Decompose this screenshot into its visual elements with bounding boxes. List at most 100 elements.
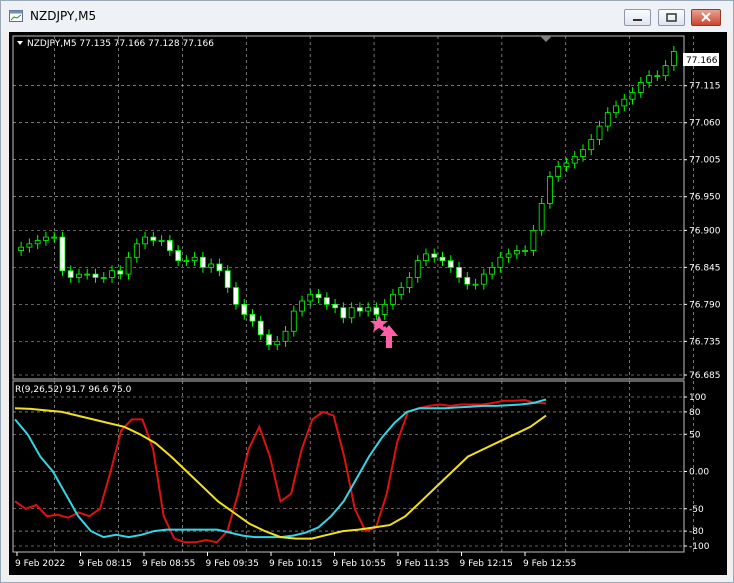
minimize-button[interactable] [624,9,651,26]
candle-body [423,253,429,262]
price-tick-label: 76.735 [689,337,721,347]
candle-body [571,155,578,164]
price-tick-label: 76.950 [689,193,721,203]
restore-icon [666,13,677,22]
candle-body [431,253,438,258]
minimize-icon [633,19,642,21]
candle-body [133,243,140,258]
candle-body [43,236,49,241]
candle-body [233,287,239,305]
price-tick-label: 77.005 [689,156,721,166]
candle-body [183,260,190,263]
candle-body [307,293,314,302]
indicator-tick-label: -100 [689,542,710,552]
candle-body [158,240,165,242]
oscillator-line [14,407,547,540]
candle-body [637,81,644,93]
indicator-header: R(9,26,52) 91.7 96.6 75.0 [15,385,132,395]
time-tick-label: 9 Feb 09:35 [206,559,259,569]
candle-body [621,98,628,107]
chart-area[interactable]: NZDJPY,M5 77.135 77.166 77.128 77.166 R(… [9,32,727,575]
candle-body [166,240,173,251]
maximize-button[interactable] [658,9,685,26]
indicator-scale: 100 80 50 0.00 -50 -80 -100 [684,393,710,552]
chart-shift-icon[interactable] [540,36,552,42]
indicator-tick-label: 0.00 [689,468,709,478]
window-title: NZDJPY,M5 [30,9,97,23]
indicator-tick-label: 80 [689,408,701,418]
price-tick-label: 76.900 [689,226,721,236]
close-icon [701,12,711,22]
candle-body [613,105,619,114]
candle-body [547,176,553,204]
candle-body [356,307,363,312]
candle-body [257,320,264,336]
candle-body [216,263,223,272]
candle-body [480,273,487,285]
candle-body [241,303,248,315]
price-tick-label: 77.115 [689,82,721,92]
candle-body [18,246,25,251]
candle-body [555,166,562,177]
candle-body [530,229,537,251]
candle-body [200,256,206,268]
indicator-tick-label: 50 [689,430,701,440]
price-tick-label: 76.790 [689,300,721,310]
indicator-tick-label: -80 [689,527,704,537]
candle-body [629,92,636,100]
candle-body [646,75,652,83]
current-price-label: 77.166 [686,56,718,66]
candle-body [654,75,661,78]
candle-body [447,260,454,268]
candle-body [51,236,58,239]
candle-body [125,256,132,275]
candle-body [208,263,215,268]
time-tick-label: 9 Feb 10:15 [269,559,322,569]
title-bar[interactable]: NZDJPY,M5 [1,1,733,32]
candle-body [249,314,256,322]
price-tick-label: 77.060 [689,119,721,129]
candle-body [588,139,595,151]
candle-body [92,273,99,278]
chart-canvas[interactable]: NZDJPY,M5 77.135 77.166 77.128 77.166 R(… [9,32,727,575]
candle-body [348,307,355,319]
candle-body [175,250,182,262]
candle-body [513,250,520,255]
candle-body [299,300,305,312]
symbol-header: NZDJPY,M5 77.135 77.166 77.128 77.166 [27,39,214,49]
candle-body [580,149,586,157]
candle-body [390,293,396,305]
candle-body [332,303,339,309]
close-button[interactable] [691,9,721,26]
candle-body [381,303,388,315]
time-tick-label: 9 Feb 12:15 [460,559,513,569]
candle-body [670,51,677,66]
candle-body [497,256,504,268]
oscillator-line [14,398,547,544]
candle-body [340,307,347,319]
indicator-tick-label: 100 [689,393,706,403]
oscillator-lines [14,398,547,544]
candle-body [604,112,611,127]
candle-body [142,236,148,245]
candle-body [76,273,82,278]
candle-body [439,256,446,262]
price-tick-label: 76.845 [689,263,721,273]
candle-body [290,310,297,332]
candle-body [365,307,372,312]
candle-body [406,277,413,288]
candle-body [489,266,495,275]
time-scale: 9 Feb 2022 9 Feb 08:15 9 Feb 08:55 9 Feb 09… [15,552,576,569]
candle-body [398,287,405,295]
time-tick-label: 9 Feb 2022 [15,559,65,569]
dropdown-icon[interactable] [17,41,23,45]
candle-body [522,250,529,252]
candle-body [224,270,231,288]
candle-body [373,307,380,315]
candle-body [472,283,479,286]
terminal-window: NZDJPY,M5 NZDJPY,M5 77.135 77.166 77.128… [0,0,734,583]
candle-body [117,270,124,275]
time-tick-label: 9 Feb 08:55 [142,559,195,569]
chart-window-icon [9,10,23,22]
candle-body [100,277,107,279]
